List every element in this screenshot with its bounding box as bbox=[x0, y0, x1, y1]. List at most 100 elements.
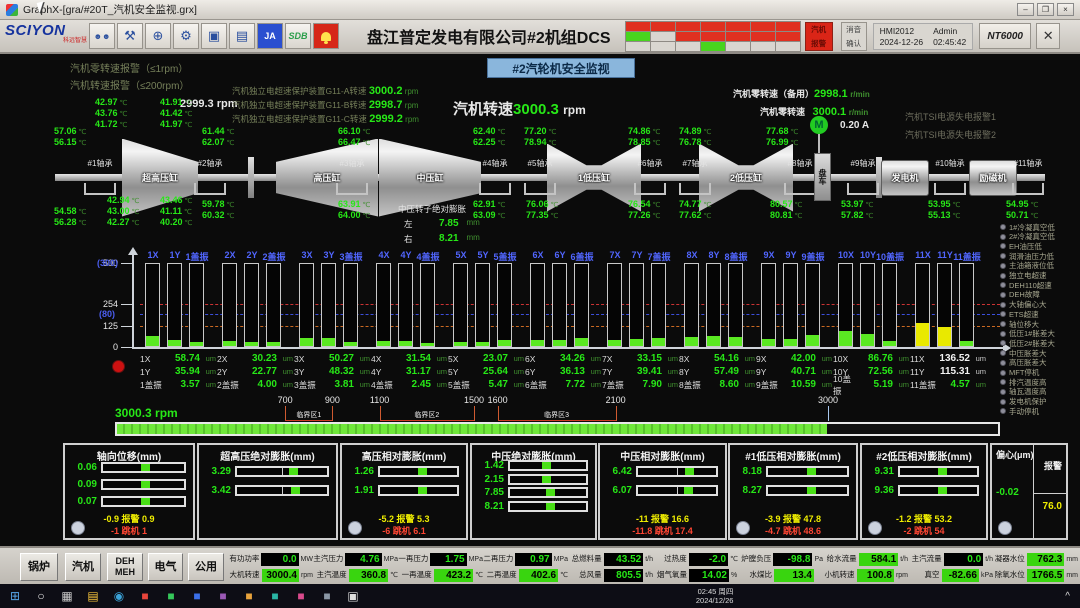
start-icon[interactable]: ⊞ bbox=[4, 587, 26, 605]
alarm-ack-box[interactable]: 消音 确认 bbox=[841, 22, 867, 51]
monitor-icon[interactable]: ▣ bbox=[201, 23, 227, 49]
bearing-temperature: 56.15 ℃ bbox=[54, 137, 100, 147]
gear-icon[interactable]: ⚙ bbox=[173, 23, 199, 49]
sdb-icon[interactable]: SDB bbox=[285, 23, 311, 49]
file-explorer-icon[interactable]: ▤ bbox=[82, 587, 104, 605]
eccentricity-alarm-label: 报警 bbox=[1044, 459, 1062, 472]
panel-status-indicator[interactable] bbox=[868, 521, 882, 535]
alarm-grid-cell[interactable] bbox=[701, 42, 725, 51]
menu-button-锅炉[interactable]: 锅炉 bbox=[20, 553, 58, 581]
app-icon-teal[interactable]: ■ bbox=[264, 587, 286, 605]
alarm-grid-cell[interactable] bbox=[626, 42, 650, 51]
rpm-tick-label: 1600 bbox=[481, 395, 515, 405]
alarm-grid-cell[interactable] bbox=[776, 32, 800, 41]
panel-bar-marker bbox=[289, 468, 298, 475]
rpm-tick-mark[interactable] bbox=[828, 406, 829, 421]
rpm-tick-mark[interactable] bbox=[332, 406, 333, 421]
menu-button-汽机[interactable]: 汽机 bbox=[65, 553, 101, 581]
alarm-grid-cell[interactable] bbox=[726, 42, 750, 51]
alarm-grid-cell[interactable] bbox=[676, 32, 700, 41]
app-icon-pink[interactable]: ■ bbox=[290, 587, 312, 605]
book-icon[interactable]: ▤ bbox=[229, 23, 255, 49]
ip-rotor-expansion: 中压转子绝对膨胀左7.85mm右8.21mm bbox=[398, 203, 480, 245]
turbine-alarm-box[interactable]: 汽机 报警 bbox=[805, 22, 833, 51]
taskbar-clock[interactable]: 02:45 周四 2024/12/26 bbox=[696, 587, 738, 605]
alarm-grid-cell[interactable] bbox=[701, 22, 725, 31]
alarm-dot-icon bbox=[1000, 282, 1006, 288]
measurement-cell: 真空-82.66kPa bbox=[908, 567, 993, 583]
restore-button[interactable]: ❐ bbox=[1037, 3, 1054, 16]
alarm-grid-cell[interactable] bbox=[726, 22, 750, 31]
alarm-grid-cell[interactable] bbox=[651, 32, 675, 41]
panel-title: #1低压相对膨胀(mm) bbox=[730, 448, 856, 463]
alarm-bell-icon[interactable] bbox=[313, 23, 339, 49]
vibration-table-column: 2X30.23um2Y22.77um2盖振4.00um bbox=[217, 352, 293, 391]
turning-gear-label: 盘车 bbox=[817, 169, 828, 185]
minimize-button[interactable]: – bbox=[1017, 3, 1034, 16]
alarm-grid-cell[interactable] bbox=[751, 42, 775, 51]
search-icon[interactable]: ○ bbox=[30, 587, 52, 605]
panel-status-indicator[interactable] bbox=[348, 521, 362, 535]
menu-button-公用[interactable]: 公用 bbox=[188, 553, 224, 581]
ja-icon[interactable]: JA bbox=[257, 23, 283, 49]
bearing-temperature: 42.97 ℃41.91 ℃ bbox=[95, 97, 218, 107]
alarm-summary-grid[interactable] bbox=[625, 21, 801, 52]
panel-bar-row: 0.07 bbox=[70, 496, 186, 507]
panel-bar-marker bbox=[418, 487, 427, 494]
app-icon-white[interactable]: ▣ bbox=[342, 587, 364, 605]
chart-secondary-tick-300: (300) bbox=[97, 258, 118, 268]
vibration-bar bbox=[607, 263, 622, 347]
measurement-column: 主汽流量0.0t/h真空-82.66kPa bbox=[908, 551, 993, 583]
alarm-grid-cell[interactable] bbox=[651, 22, 675, 31]
vibration-bar bbox=[882, 263, 897, 347]
task-view-icon[interactable]: ▦ bbox=[56, 587, 78, 605]
alarm-grid-cell[interactable] bbox=[751, 22, 775, 31]
app-icon-green[interactable]: ■ bbox=[160, 587, 182, 605]
tray-caret-icon[interactable]: ^ bbox=[1065, 591, 1070, 602]
zero-speed-backup-readout: 汽机零转速（备用）2998.1 r/min bbox=[733, 87, 870, 100]
expansion-panel: #2低压相对膨胀(mm)9.319.36-1.2 报警 53.2-2 跳机 54 bbox=[860, 443, 988, 540]
rpm-tick-mark[interactable] bbox=[474, 406, 475, 421]
panel-status-indicator[interactable] bbox=[736, 521, 750, 535]
app-icon-red[interactable]: ■ bbox=[134, 587, 156, 605]
alarm-grid-cell[interactable] bbox=[751, 32, 775, 41]
network-icon[interactable]: ⊕ bbox=[145, 23, 171, 49]
shaft-coupling bbox=[248, 157, 254, 198]
alarm-grid-cell[interactable] bbox=[676, 42, 700, 51]
expansion-panel: 高压相对膨胀(mm)1.261.91-5.2 报警 5.3-6 跳机 6.1 bbox=[340, 443, 468, 540]
alarm-grid-cell[interactable] bbox=[776, 42, 800, 51]
alarm-grid-cell[interactable] bbox=[626, 32, 650, 41]
alarm-grid-cell[interactable] bbox=[651, 42, 675, 51]
bearing-temperature: 76.99 ℃ bbox=[766, 137, 812, 147]
app-icon-gray[interactable]: ■ bbox=[316, 587, 338, 605]
alarm-grid-cell[interactable] bbox=[726, 32, 750, 41]
alarm-grid-cell[interactable] bbox=[626, 22, 650, 31]
alarm-grid-cell[interactable] bbox=[701, 32, 725, 41]
panel-bar-row: 7.85 bbox=[477, 487, 588, 498]
chart-y-axis bbox=[132, 254, 134, 347]
panel-bar-marker bbox=[684, 487, 693, 494]
app-icon-purple[interactable]: ■ bbox=[212, 587, 234, 605]
panel-bar-row: 8.21 bbox=[477, 501, 588, 512]
vibration-bar-fill bbox=[476, 342, 489, 346]
browser-icon[interactable]: ◉ bbox=[108, 587, 130, 605]
users-icon[interactable]: ☻☻ bbox=[89, 23, 115, 49]
app-icon-blue[interactable]: ■ bbox=[186, 587, 208, 605]
alarm-list-item[interactable]: 手动停机 bbox=[1000, 406, 1080, 416]
rpm-tick-mark[interactable] bbox=[616, 406, 617, 421]
rpm-progress-fill bbox=[117, 424, 827, 434]
close-button[interactable]: × bbox=[1057, 3, 1074, 16]
vibration-bar bbox=[684, 263, 699, 347]
menu-button-deh-meh[interactable]: DEH MEH bbox=[107, 553, 143, 581]
app-icon-orange[interactable]: ■ bbox=[238, 587, 260, 605]
vibration-bar bbox=[321, 263, 336, 347]
screen-close-button[interactable]: ✕ bbox=[1036, 23, 1060, 49]
vibration-bar-fill bbox=[245, 342, 258, 346]
alarm-grid-cell[interactable] bbox=[776, 22, 800, 31]
panel-status-indicator[interactable] bbox=[71, 521, 85, 535]
menu-button-电气[interactable]: 电气 bbox=[148, 553, 183, 581]
panel-status-indicator[interactable] bbox=[998, 521, 1012, 535]
alarm-grid-cell[interactable] bbox=[676, 22, 700, 31]
tools-icon[interactable]: ⚒ bbox=[117, 23, 143, 49]
panel-value: 6.42 bbox=[605, 466, 632, 477]
